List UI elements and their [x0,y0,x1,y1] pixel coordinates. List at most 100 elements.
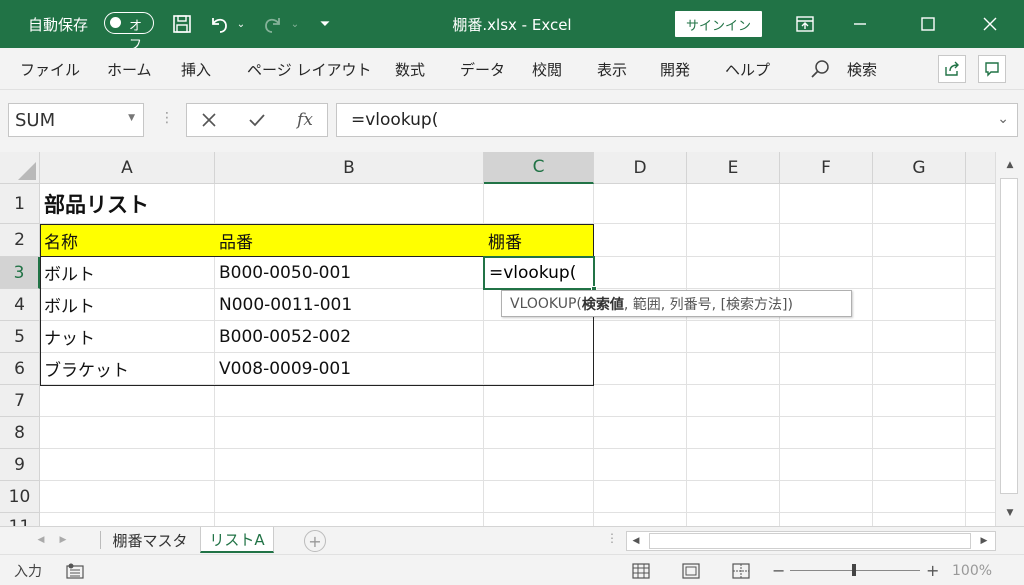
sheet-prev-icon[interactable]: ◀ [34,533,48,547]
cell-f10[interactable] [780,481,873,513]
zoom-slider-thumb[interactable] [852,564,856,576]
cell-g2[interactable] [873,224,966,257]
column-header-d[interactable]: D [594,152,687,184]
cell-a3[interactable]: ボルト [40,257,215,289]
row-header-11[interactable]: 11 [0,513,40,526]
sheet-tab-shelf-master[interactable]: 棚番マスタ [104,527,196,553]
header-part-number[interactable]: 品番 [215,224,484,257]
cell-c1[interactable] [484,184,594,224]
cell-a7[interactable] [40,385,215,417]
active-cell-c3[interactable]: =vlookup( [483,256,597,292]
cell-e1[interactable] [687,184,780,224]
header-shelf-number[interactable]: 棚番 [484,224,594,257]
row-header-8[interactable]: 8 [0,417,40,449]
tab-view[interactable]: 表示 [597,48,627,90]
search-icon[interactable] [810,48,830,90]
zoom-out-icon[interactable]: − [772,555,785,585]
cell-d11[interactable] [594,513,687,526]
row-header-6[interactable]: 6 [0,353,40,385]
cell-f3[interactable] [780,257,873,289]
header-name[interactable]: 名称 [40,224,215,257]
cell-b6[interactable]: V008-0009-001 [215,353,484,385]
cell-h9[interactable] [966,449,995,481]
column-header-a[interactable]: A [40,152,215,184]
row-header-3[interactable]: 3 [0,257,40,289]
cell-h7[interactable] [966,385,995,417]
select-all-corner[interactable] [0,152,40,184]
zoom-slider[interactable] [790,555,920,585]
cell-e5[interactable] [687,321,780,353]
cell-c5[interactable] [484,321,594,353]
row-header-1[interactable]: 1 [0,184,40,224]
scroll-up-icon[interactable]: ▲ [1001,158,1019,172]
cell-h8[interactable] [966,417,995,449]
insert-function-icon[interactable]: fx [287,104,323,136]
minimize-icon[interactable] [840,0,880,48]
cell-f9[interactable] [780,449,873,481]
column-header-f[interactable]: F [780,152,873,184]
cell-b7[interactable] [215,385,484,417]
cell-g6[interactable] [873,353,966,385]
tab-splitter-icon[interactable]: ⋮ [606,531,618,545]
splitter-dots-icon[interactable]: ⋮ [160,110,174,126]
tab-insert[interactable]: 挿入 [181,48,211,90]
cell-g4[interactable] [873,289,966,321]
normal-view-icon[interactable] [632,555,650,585]
cell-g11[interactable] [873,513,966,526]
tab-data[interactable]: データ [460,48,505,90]
cell-e6[interactable] [687,353,780,385]
cell-h11[interactable] [966,513,995,526]
accessibility-icon[interactable] [66,555,84,585]
cell-d5[interactable] [594,321,687,353]
autosave-toggle[interactable]: オフ [104,12,154,53]
cell-h2[interactable] [966,224,995,257]
cell-d6[interactable] [594,353,687,385]
cell-g8[interactable] [873,417,966,449]
cell-d2[interactable] [594,224,687,257]
cell-b1[interactable] [215,184,484,224]
cell-d9[interactable] [594,449,687,481]
cell-d10[interactable] [594,481,687,513]
sheet-tab-list-a[interactable]: リストA [200,527,274,553]
cell-b8[interactable] [215,417,484,449]
cell-a6[interactable]: ブラケット [40,353,215,385]
cell-a1-title[interactable]: 部品リスト [40,184,215,224]
ribbon-display-icon[interactable] [788,0,822,48]
tab-developer[interactable]: 開発 [660,48,690,90]
cell-h1[interactable] [966,184,995,224]
row-header-5[interactable]: 5 [0,321,40,353]
cell-h6[interactable] [966,353,995,385]
add-sheet-icon[interactable]: + [304,530,326,552]
page-layout-view-icon[interactable] [682,555,700,585]
search-label[interactable]: 検索 [847,48,877,90]
cell-g7[interactable] [873,385,966,417]
customize-qat-icon[interactable]: ⏷ [314,0,336,48]
sheet-next-icon[interactable]: ▶ [56,533,70,547]
cell-c9[interactable] [484,449,594,481]
cell-c11[interactable] [484,513,594,526]
tab-review[interactable]: 校閲 [532,48,562,90]
cancel-icon[interactable] [191,104,227,136]
cell-h10[interactable] [966,481,995,513]
cell-f2[interactable] [780,224,873,257]
cell-c6[interactable] [484,353,594,385]
save-icon[interactable] [168,0,196,48]
cell-d3[interactable] [594,257,687,289]
cell-c8[interactable] [484,417,594,449]
undo-dropdown-icon[interactable]: ⌄ [234,0,248,48]
function-tooltip[interactable]: VLOOKUP(検索値, 範囲, 列番号, [検索方法]) [501,290,852,317]
expand-formula-icon[interactable]: ⌄ [997,111,1009,127]
cell-f8[interactable] [780,417,873,449]
cell-a9[interactable] [40,449,215,481]
cell-a8[interactable] [40,417,215,449]
row-header-4[interactable]: 4 [0,289,40,321]
row-header-2[interactable]: 2 [0,224,40,257]
cell-f6[interactable] [780,353,873,385]
cell-b9[interactable] [215,449,484,481]
cell-b3[interactable]: B000-0050-001 [215,257,484,289]
scroll-left-icon[interactable]: ◀ [629,534,643,548]
cell-d8[interactable] [594,417,687,449]
tab-page-layout[interactable]: ページ レイアウト [247,48,371,90]
column-header-b[interactable]: B [215,152,484,184]
horizontal-scrollbar[interactable]: ◀ ▶ [626,531,996,551]
